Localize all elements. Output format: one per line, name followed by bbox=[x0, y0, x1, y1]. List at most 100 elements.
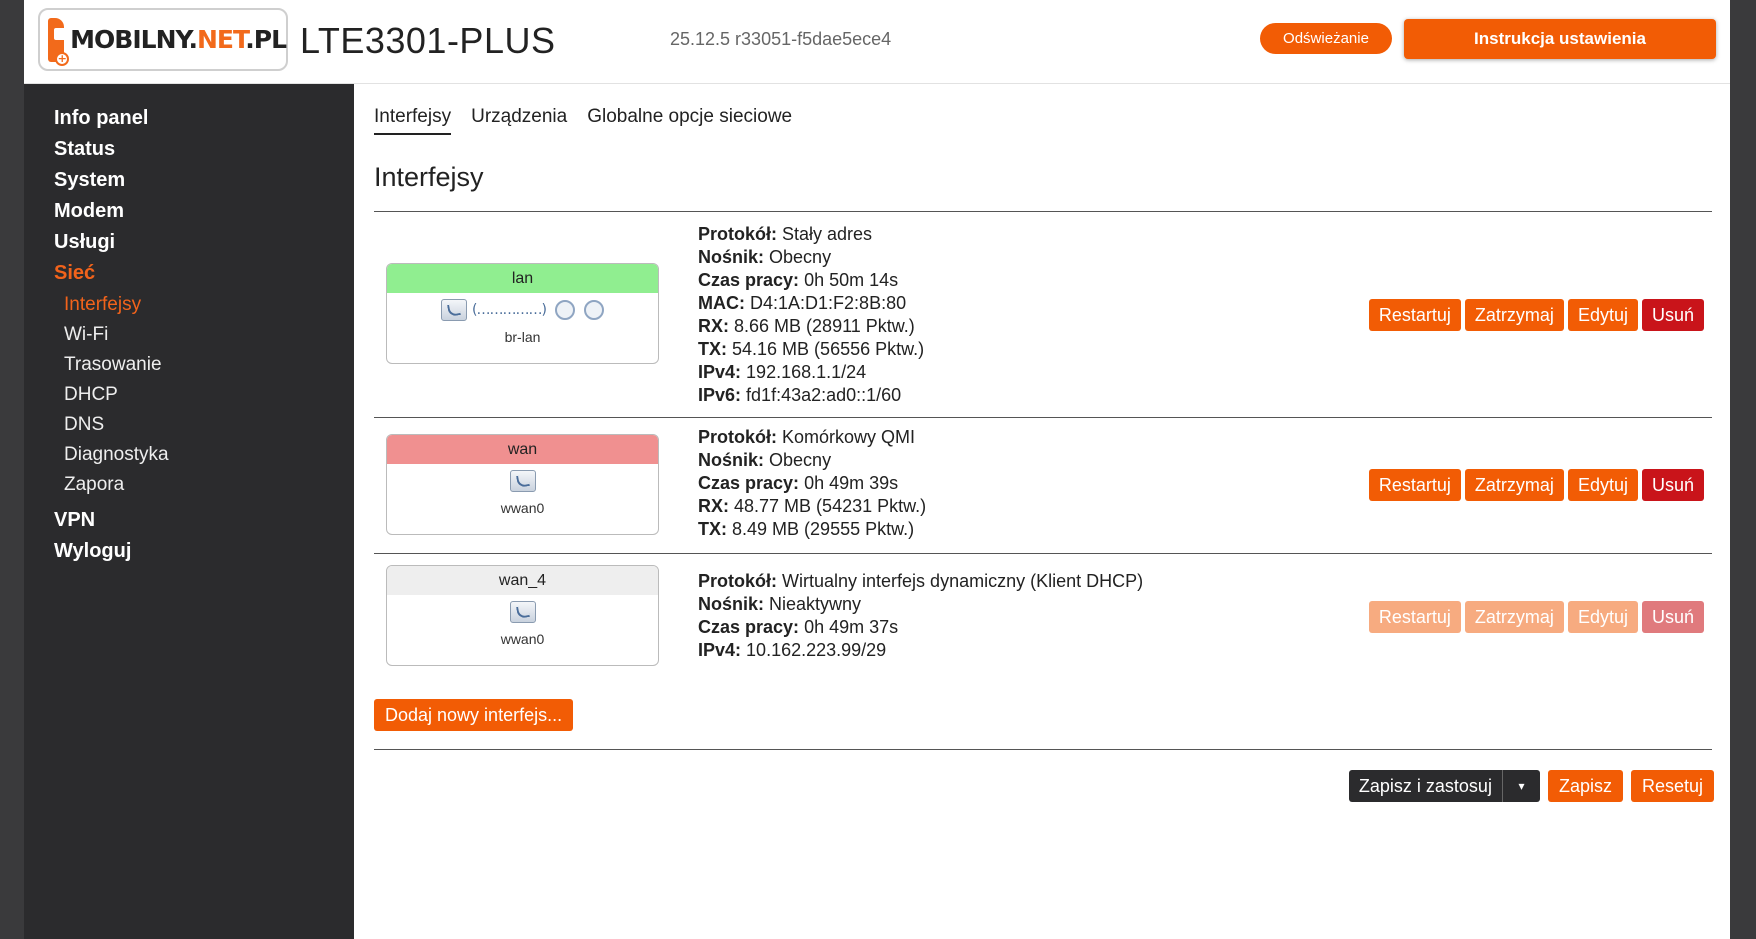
uptime-value: 0h 49m 37s bbox=[804, 617, 899, 637]
reset-button[interactable]: Resetuj bbox=[1630, 770, 1714, 802]
restart-button[interactable]: Restartuj bbox=[1368, 469, 1461, 501]
uptime-value: 0h 50m 14s bbox=[804, 270, 899, 290]
tx-value: 54.16 MB (56556 Pktw.) bbox=[732, 339, 925, 359]
interface-device: br-lan bbox=[504, 329, 541, 345]
ipv4-value: 192.168.1.1/24 bbox=[746, 362, 867, 382]
setup-guide-button[interactable]: Instrukcja ustawienia bbox=[1404, 19, 1716, 59]
logo-text: MOBILNY.NET.PL bbox=[70, 25, 287, 54]
restart-button[interactable]: Restartuj bbox=[1368, 299, 1461, 331]
tx-label: TX: bbox=[698, 339, 727, 359]
edit-button[interactable]: Edytuj bbox=[1567, 601, 1638, 633]
interface-device-icons: (……………) bbox=[387, 293, 658, 327]
chevron-down-icon[interactable]: ▾ bbox=[1501, 770, 1540, 802]
protocol-label: Protokół: bbox=[698, 427, 777, 447]
sidebar-item-status[interactable]: Status bbox=[54, 137, 354, 162]
rx-label: RX: bbox=[698, 496, 729, 516]
uptime-label: Czas pracy: bbox=[698, 617, 800, 637]
sidebar-item-info-panel[interactable]: Info panel bbox=[54, 106, 354, 131]
protocol-value: Wirtualny interfejs dynamiczny (Klient D… bbox=[782, 571, 1144, 591]
ipv6-label: IPv6: bbox=[698, 385, 742, 405]
ethernet-ports-icon: (……………) bbox=[471, 302, 547, 318]
protocol-value: Komórkowy QMI bbox=[782, 427, 916, 447]
carrier-value: Obecny bbox=[769, 247, 832, 267]
save-button[interactable]: Zapisz bbox=[1547, 770, 1623, 802]
uptime-label: Czas pracy: bbox=[698, 270, 800, 290]
carrier-value: Nieaktywny bbox=[769, 594, 862, 614]
sidebar-subitem-routing[interactable]: Trasowanie bbox=[64, 350, 354, 380]
tab-bar: Interfejsy Urządzenia Globalne opcje sie… bbox=[374, 106, 812, 135]
mac-value: D4:1A:D1:F2:8B:80 bbox=[750, 293, 907, 313]
sidebar: Info panel Status System Modem Usługi Si… bbox=[24, 84, 354, 939]
divider bbox=[374, 749, 1712, 750]
sidebar-item-modem[interactable]: Modem bbox=[54, 199, 354, 224]
sidebar-item-system[interactable]: System bbox=[54, 168, 354, 193]
logo[interactable]: + MOBILNY.NET.PL bbox=[38, 8, 288, 71]
carrier-label: Nośnik: bbox=[698, 450, 765, 470]
delete-button[interactable]: Usuń bbox=[1641, 469, 1704, 501]
edit-button[interactable]: Edytuj bbox=[1567, 299, 1638, 331]
firmware-version: 25.12.5 r33051-f5dae5ece4 bbox=[670, 29, 892, 49]
rx-label: RX: bbox=[698, 316, 729, 336]
sidebar-subitem-wifi[interactable]: Wi-Fi bbox=[64, 320, 354, 350]
protocol-value: Stały adres bbox=[782, 224, 873, 244]
interface-device-icons bbox=[387, 595, 658, 629]
interface-device: wwan0 bbox=[500, 631, 545, 647]
restart-button[interactable]: Restartuj bbox=[1368, 601, 1461, 633]
carrier-label: Nośnik: bbox=[698, 594, 765, 614]
interface-name: wan_4 bbox=[387, 566, 658, 595]
modem-icon bbox=[509, 470, 536, 492]
sidebar-item-vpn[interactable]: VPN bbox=[54, 508, 354, 533]
protocol-label: Protokół: bbox=[698, 571, 777, 591]
ipv4-label: IPv4: bbox=[698, 362, 742, 382]
interface-actions: Restartuj Zatrzymaj Edytuj Usuń bbox=[1368, 601, 1704, 633]
sidebar-subitem-firewall[interactable]: Zapora bbox=[64, 470, 354, 500]
tab-devices[interactable]: Urządzenia bbox=[471, 106, 567, 135]
edit-button[interactable]: Edytuj bbox=[1567, 469, 1638, 501]
interface-badge-lan[interactable]: lan (……………) br-lan bbox=[386, 263, 659, 364]
wifi-radio-icon bbox=[555, 300, 576, 320]
sidebar-item-network[interactable]: Sieć bbox=[54, 261, 354, 286]
stop-button[interactable]: Zatrzymaj bbox=[1464, 469, 1564, 501]
sidebar-subitem-dns[interactable]: DNS bbox=[64, 410, 354, 440]
interface-details: Protokół: Komórkowy QMI Nośnik: Obecny C… bbox=[698, 426, 926, 541]
interface-actions: Restartuj Zatrzymaj Edytuj Usuń bbox=[1368, 469, 1704, 501]
sidebar-subitem-dhcp[interactable]: DHCP bbox=[64, 380, 354, 410]
delete-button[interactable]: Usuń bbox=[1641, 601, 1704, 633]
interface-device: wwan0 bbox=[500, 500, 545, 516]
interface-badge-wan-4[interactable]: wan_4 wwan0 bbox=[386, 565, 659, 666]
app-frame: + MOBILNY.NET.PL LTE3301-PLUS 25.12.5 r3… bbox=[24, 0, 1730, 939]
rx-value: 48.77 MB (54231 Pktw.) bbox=[734, 496, 927, 516]
ipv4-label: IPv4: bbox=[698, 640, 742, 660]
tab-interfaces[interactable]: Interfejsy bbox=[374, 106, 452, 135]
tab-global-options[interactable]: Globalne opcje sieciowe bbox=[587, 106, 792, 135]
save-apply-split-button: Zapisz i zastosuj ▾ bbox=[1348, 770, 1540, 802]
rx-value: 8.66 MB (28911 Pktw.) bbox=[734, 316, 915, 336]
refresh-button[interactable]: Odświeżanie bbox=[1260, 23, 1392, 54]
ipv6-value: fd1f:43a2:ad0::1/60 bbox=[746, 385, 902, 405]
protocol-label: Protokół: bbox=[698, 224, 777, 244]
interface-row-wan: wan wwan0 Protokół: Komórkowy QMI Nośnik… bbox=[374, 417, 1712, 553]
delete-button[interactable]: Usuń bbox=[1641, 299, 1704, 331]
interface-badge-wan[interactable]: wan wwan0 bbox=[386, 434, 659, 535]
interface-details: Protokół: Wirtualny interfejs dynamiczny… bbox=[698, 570, 1143, 662]
bridge-icon bbox=[440, 299, 467, 321]
modem-icon bbox=[509, 601, 536, 623]
uptime-value: 0h 49m 39s bbox=[804, 473, 899, 493]
interface-row-wan-4: wan_4 wwan0 Protokół: Wirtualny interfej… bbox=[374, 553, 1712, 673]
ipv4-value: 10.162.223.99/29 bbox=[746, 640, 887, 660]
interface-name: wan bbox=[387, 435, 658, 464]
sidebar-item-services[interactable]: Usługi bbox=[54, 230, 354, 255]
mac-label: MAC: bbox=[698, 293, 745, 313]
tx-label: TX: bbox=[698, 519, 727, 539]
sim-card-icon: + bbox=[48, 17, 70, 66]
form-actions: Zapisz i zastosuj ▾ Zapisz Resetuj bbox=[1348, 770, 1714, 802]
add-interface-button[interactable]: Dodaj nowy interfejs... bbox=[374, 699, 574, 731]
stop-button[interactable]: Zatrzymaj bbox=[1464, 601, 1564, 633]
interface-name: lan bbox=[387, 264, 658, 293]
sidebar-subitem-interfaces[interactable]: Interfejsy bbox=[64, 290, 354, 320]
save-apply-button[interactable]: Zapisz i zastosuj bbox=[1348, 770, 1502, 802]
stop-button[interactable]: Zatrzymaj bbox=[1464, 299, 1564, 331]
tx-value: 8.49 MB (29555 Pktw.) bbox=[732, 519, 915, 539]
sidebar-item-logout[interactable]: Wyloguj bbox=[54, 539, 354, 564]
sidebar-subitem-diagnostics[interactable]: Diagnostyka bbox=[64, 440, 354, 470]
